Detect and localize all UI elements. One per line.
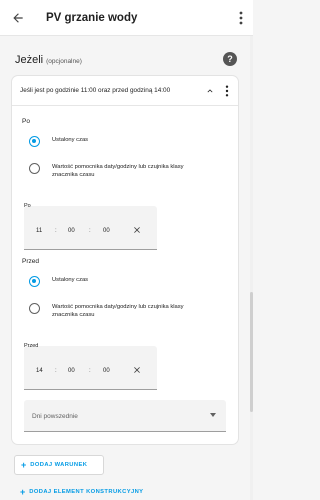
hours-input[interactable]: 14: [36, 368, 43, 374]
time-separator: :: [55, 228, 57, 234]
scrollbar-track[interactable]: [250, 36, 253, 500]
time-separator: :: [89, 228, 91, 234]
scrollbar-thumb[interactable]: [250, 292, 253, 412]
time-field-label: Przed: [24, 343, 39, 349]
radio-checked[interactable]: [29, 136, 40, 147]
overflow-menu-button[interactable]: [229, 0, 253, 36]
weekday-select[interactable]: Dni powszednie: [24, 400, 226, 432]
minutes-input[interactable]: 00: [68, 228, 75, 234]
arrow-left-icon: [13, 12, 23, 23]
page-title: PV grzanie wody: [46, 11, 138, 24]
help-icon[interactable]: ?: [223, 52, 237, 66]
plus-icon: +: [21, 460, 27, 470]
seconds-input[interactable]: 00: [103, 368, 110, 374]
time-separator: :: [89, 368, 91, 374]
radio-unchecked[interactable]: [29, 303, 40, 314]
collapse-button[interactable]: [202, 83, 218, 99]
kebab-icon: [225, 85, 229, 96]
dropdown-arrow-icon: [210, 413, 216, 417]
section-subtitle: (opcjonalne): [46, 57, 82, 65]
add-building-block-button[interactable]: + DODAJ ELEMENT KONSTRUKCYJNY: [14, 484, 143, 500]
hours-input[interactable]: 11: [36, 228, 42, 234]
conditions-section-header: Jeżeli (opcjonalne) ?: [15, 52, 245, 68]
chevron-up-icon: [207, 88, 213, 92]
clear-button[interactable]: [130, 223, 144, 237]
add-building-block-label: DODAJ ELEMENT KONSTRUKCYJNY: [29, 489, 144, 495]
before-heading: Przed: [22, 258, 39, 265]
radio-label: Ustalony czas: [52, 277, 89, 283]
after-radio-helper[interactable]: Wartość pomocnika daty/godziny lub czujn…: [29, 163, 229, 179]
after-time-field[interactable]: Po 11 : 00 : 00: [24, 203, 157, 250]
condition-card: Jeśli jest po godzinie 11:00 oraz przed …: [12, 76, 238, 444]
minutes-input[interactable]: 00: [68, 368, 75, 374]
plus-icon: +: [20, 487, 26, 497]
back-button[interactable]: [0, 0, 36, 36]
after-heading: Po: [22, 118, 30, 125]
after-radio-fixed[interactable]: Ustalony czas: [29, 136, 229, 147]
time-separator: :: [55, 368, 57, 374]
clear-button[interactable]: [130, 363, 144, 377]
before-radio-fixed[interactable]: Ustalony czas: [29, 276, 229, 287]
add-condition-label: DODAJ WARUNEK: [30, 462, 88, 468]
section-title: Jeżeli: [15, 54, 44, 66]
close-icon: [134, 367, 140, 373]
radio-checked[interactable]: [29, 276, 40, 287]
radio-label: Wartość pomocnika daty/godziny lub czujn…: [52, 304, 184, 318]
app-toolbar: PV grzanie wody: [0, 0, 253, 36]
close-icon: [134, 227, 140, 233]
radio-label: Wartość pomocnika daty/godziny lub czujn…: [52, 164, 184, 178]
before-time-field[interactable]: Przed 14 : 00 : 00: [24, 343, 157, 390]
condition-menu-button[interactable]: [218, 79, 236, 103]
seconds-input[interactable]: 00: [103, 228, 110, 234]
add-condition-button[interactable]: + DODAJ WARUNEK: [14, 455, 104, 475]
condition-title: Jeśli jest po godzinie 11:00 oraz przed …: [20, 87, 171, 94]
time-field-label: Po: [24, 203, 31, 209]
before-radio-helper[interactable]: Wartość pomocnika daty/godziny lub czujn…: [29, 303, 229, 319]
radio-unchecked[interactable]: [29, 163, 40, 174]
condition-card-header[interactable]: Jeśli jest po godzinie 11:00 oraz przed …: [12, 76, 238, 106]
radio-label: Ustalony czas: [52, 137, 89, 143]
weekday-placeholder: Dni powszednie: [32, 413, 78, 420]
kebab-icon: [239, 11, 243, 24]
